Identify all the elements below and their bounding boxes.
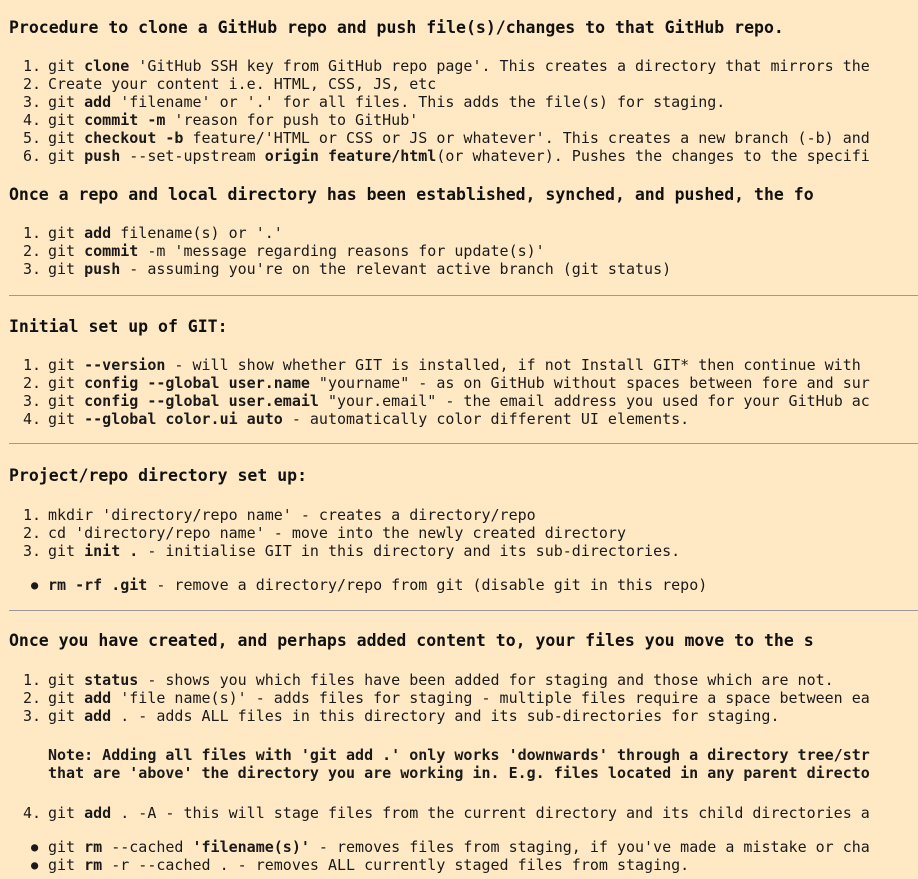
list-item: 3. git add . - adds ALL files in this dir… <box>22 707 780 725</box>
staging-bullets: ● git rm --cached 'filename(s)' - removes… <box>9 838 870 874</box>
list-item: 2. git config --global user.name "yournam… <box>22 374 870 392</box>
bullet-icon: ● <box>31 840 39 854</box>
list-item: 3. git config --global user.email "your.e… <box>22 392 870 410</box>
heading-staging: Once you have created, and perhaps added… <box>9 631 814 650</box>
staging-step-4-list: 4. git add . -A - this will stage files f… <box>9 804 870 822</box>
staging-note-line-2: that are 'above' the directory you are w… <box>48 764 870 782</box>
list-item: 1. git clone 'GitHub SSH key from GitHub … <box>22 57 870 75</box>
list-item: 4. git commit -m 'reason for push to GitH… <box>22 111 419 129</box>
divider <box>9 295 918 296</box>
project-setup-list: 1. mkdir 'directory/repo name' - creates … <box>9 506 680 560</box>
list-item: 2. git add 'file name(s)' - adds files fo… <box>22 689 870 707</box>
established-steps-list: 1. git add filename(s) or '.' 2. git commi… <box>9 224 671 278</box>
bullet-icon: ● <box>31 858 39 872</box>
list-item: 3. git push - assuming you're on the rele… <box>22 260 672 278</box>
bullet-icon: ● <box>31 578 39 592</box>
staging-steps-list: 1. git status - shows you which files hav… <box>9 671 870 725</box>
project-bullets: ● rm -rf .git - remove a directory/repo f… <box>9 576 707 594</box>
list-item: 2. Create your content i.e. HTML, CSS, JS… <box>22 75 437 93</box>
heading-initial-setup: Initial set up of GIT: <box>9 317 228 336</box>
list-item: 2. cd 'directory/repo name' - move into t… <box>22 524 626 542</box>
list-item: 3. git init . - initialise GIT in this di… <box>22 542 681 560</box>
divider <box>9 443 918 444</box>
divider <box>9 610 918 611</box>
staging-note-line-1: Note: Adding all files with 'git add .' … <box>48 746 870 764</box>
clone-steps-list: 1. git clone 'GitHub SSH key from GitHub … <box>9 57 870 165</box>
list-item: 4. git --global color.ui auto - automatic… <box>22 410 690 428</box>
heading-established-workflow: Once a repo and local directory has been… <box>9 185 814 204</box>
list-item: 1. git --version - will show whether GIT … <box>22 356 861 374</box>
heading-project-setup: Project/repo directory set up: <box>9 466 308 485</box>
list-item: 6. git push --set-upstream origin feature… <box>22 147 870 165</box>
list-item: 2. git commit -m 'message regarding reaso… <box>22 242 545 260</box>
list-item: 1. git status - shows you which files hav… <box>22 671 834 689</box>
list-item: 5. git checkout -b feature/'HTML or CSS o… <box>22 129 870 147</box>
heading-clone-procedure: Procedure to clone a GitHub repo and pus… <box>9 18 784 37</box>
list-item: 4. git add . -A - this will stage files f… <box>22 804 870 822</box>
list-item: 1. mkdir 'directory/repo name' - creates … <box>22 506 536 524</box>
initial-setup-list: 1. git --version - will show whether GIT … <box>9 356 870 428</box>
list-item: ● git rm -r --cached . - removes ALL curr… <box>31 856 690 874</box>
list-item: 3. git add 'filename' or '.' for all file… <box>22 93 726 111</box>
list-item: 1. git add filename(s) or '.' <box>22 224 283 242</box>
list-item: ● rm -rf .git - remove a directory/repo f… <box>31 576 708 594</box>
list-item: ● git rm --cached 'filename(s)' - removes… <box>31 838 870 856</box>
